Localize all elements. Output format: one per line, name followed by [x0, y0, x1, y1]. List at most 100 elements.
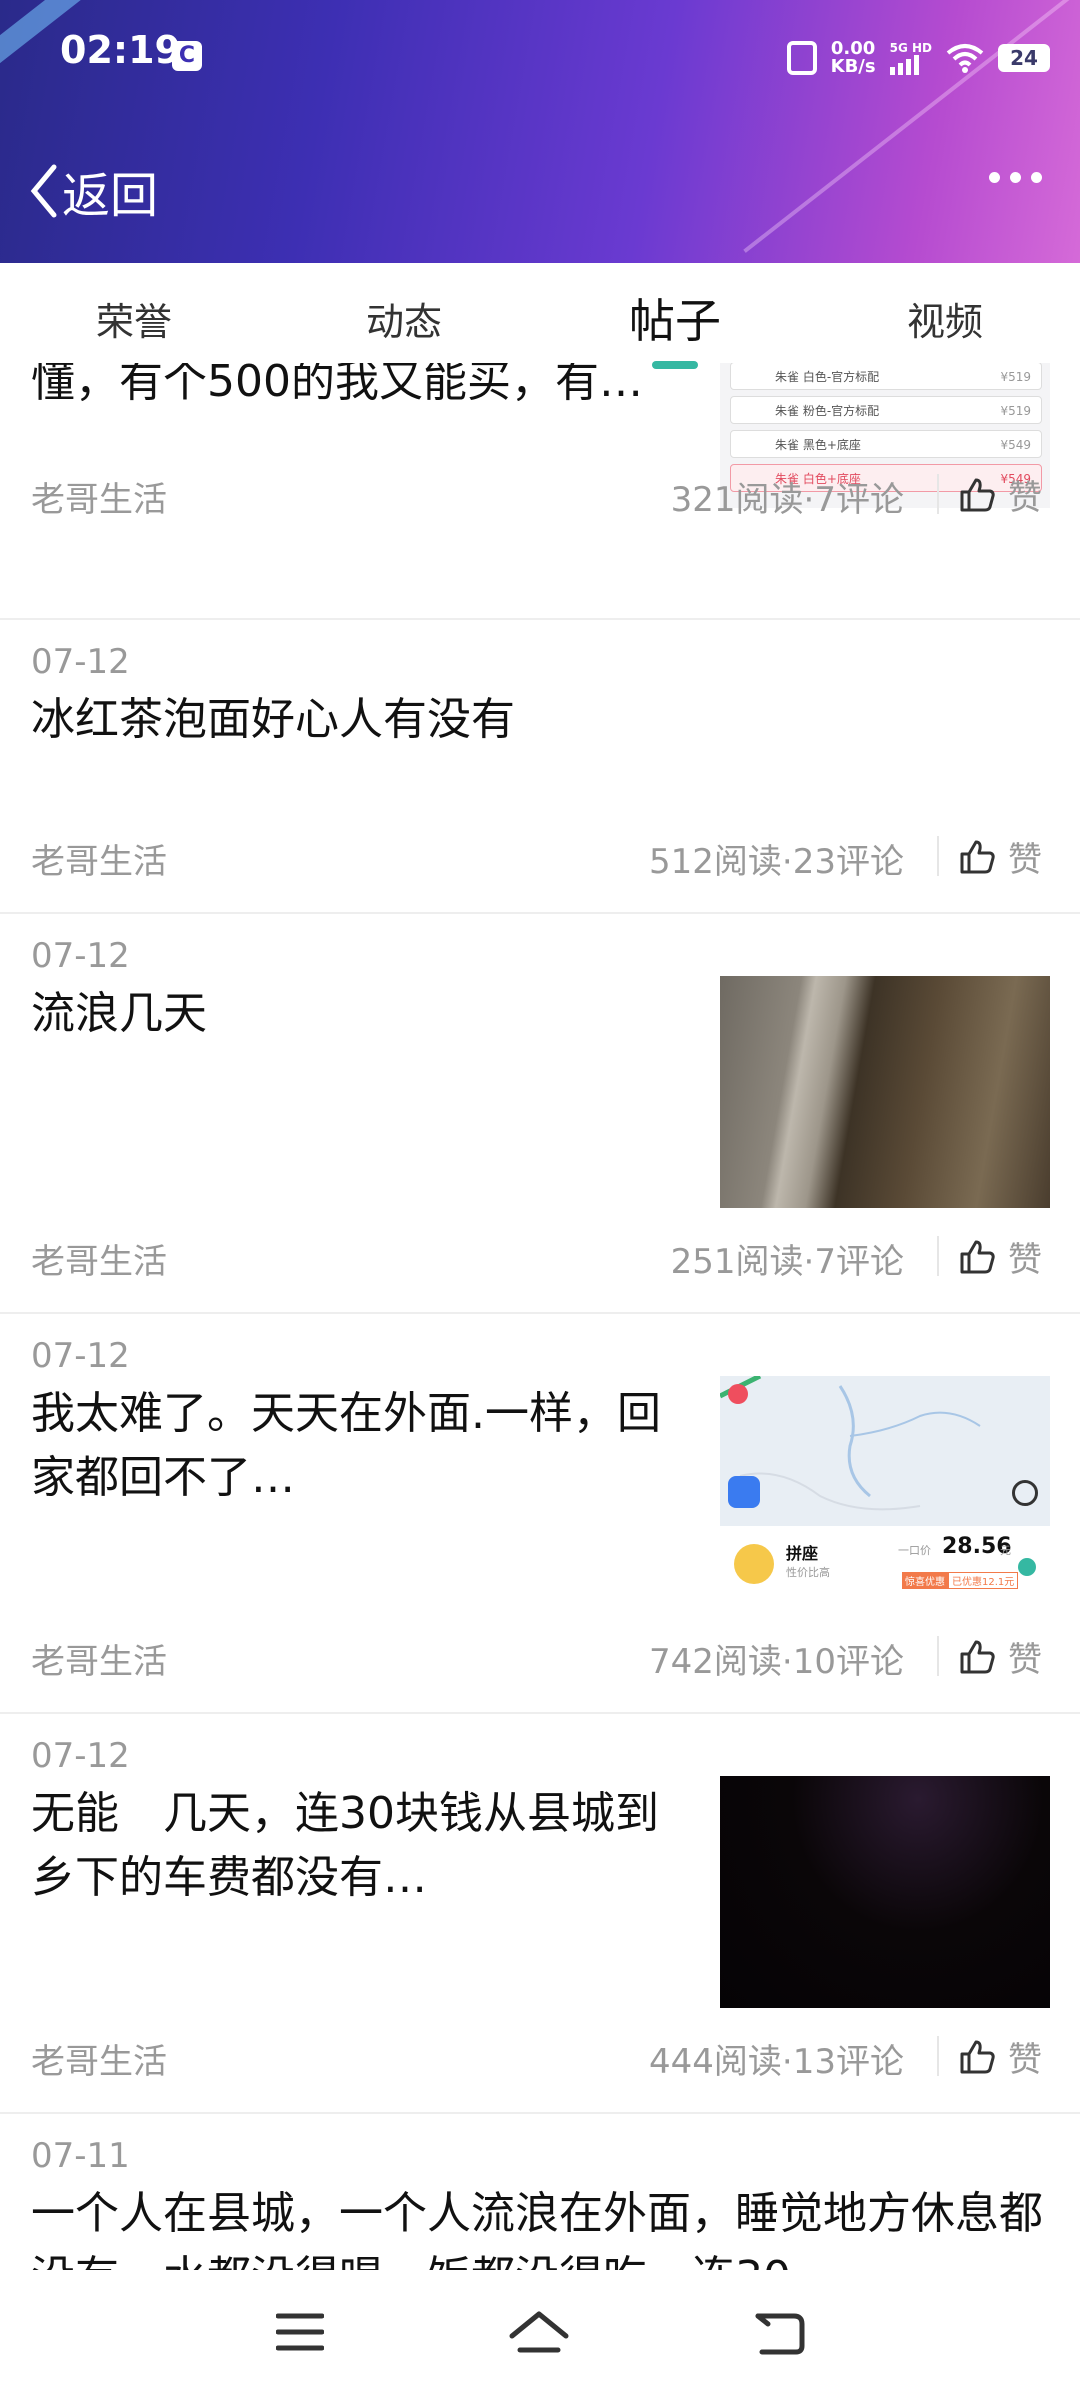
thumbs-up-icon: [960, 1240, 995, 1273]
product-option-label: 朱雀 黑色+底座: [775, 438, 861, 452]
tab-activity[interactable]: 动态: [366, 291, 442, 346]
post-stats: 742阅读·10评论: [649, 1642, 904, 1682]
divider: [937, 2036, 939, 2076]
post-title: 懂，有个500的我又能买，有…: [31, 360, 643, 407]
post-author: 老哥生活: [31, 480, 167, 520]
divider: [937, 1236, 939, 1276]
product-option-label: 朱雀 白色-官方标配: [775, 370, 880, 384]
thumbs-up-icon: [960, 840, 995, 873]
post-stats: 321阅读·7评论: [670, 480, 904, 520]
product-option-price: ¥519: [1000, 404, 1031, 418]
back-button[interactable]: 返回: [28, 156, 158, 226]
app-notification-icon: C: [172, 41, 202, 71]
network-speed-unit: KB/s: [830, 56, 876, 77]
active-tab-indicator: [652, 361, 698, 369]
menu-icon: [275, 2313, 325, 2351]
post-date: 07-12: [31, 1336, 130, 1376]
home-icon: [509, 2311, 569, 2353]
post-stats: 251阅读·7评论: [670, 1242, 904, 1282]
post-author: 老哥生活: [31, 842, 167, 882]
network-speed: 0.00 KB/s: [831, 40, 876, 76]
menu-button[interactable]: [275, 2310, 325, 2358]
more-dot-icon: [1010, 172, 1021, 183]
divider: [937, 836, 939, 876]
thumbs-up-icon: [960, 478, 995, 511]
check-icon: [1018, 1558, 1036, 1576]
post-title: 流浪几天: [31, 988, 207, 1039]
post-date: 07-12: [31, 936, 130, 976]
more-dot-icon: [989, 172, 1000, 183]
like-label: 赞: [1008, 1240, 1042, 1280]
post-author: 老哥生活: [31, 1642, 167, 1682]
post-title: 冰红茶泡面好心人有没有: [31, 694, 515, 745]
tab-bar: 荣誉 动态 帖子 视频: [0, 263, 1080, 369]
status-icons: 0.00 KB/s 5G HD 24: [786, 30, 1050, 86]
like-button[interactable]: 赞: [958, 2032, 1042, 2081]
wifi-icon: [946, 43, 984, 73]
battery-icon: 24: [998, 44, 1050, 72]
tab-posts[interactable]: 帖子: [629, 285, 721, 351]
post-thumbnail-photo: [720, 976, 1050, 1208]
thumbs-up-icon: [960, 2040, 995, 2073]
post-item[interactable]: 懂，有个500的我又能买，有… 朱雀 白色-官方标配 ¥519 朱雀 粉色-官方…: [0, 360, 1080, 620]
post-list[interactable]: 懂，有个500的我又能买，有… 朱雀 白色-官方标配 ¥519 朱雀 粉色-官方…: [0, 360, 1080, 2270]
discount-text: 已优惠12.1元: [948, 1572, 1019, 1589]
divider: [937, 474, 939, 514]
post-author: 老哥生活: [31, 1242, 167, 1282]
carpool-label: 拼座: [786, 1544, 819, 1563]
system-navigation-bar: [0, 2270, 1080, 2400]
back-arrow-icon: [755, 2313, 805, 2355]
more-dot-icon: [1031, 172, 1042, 183]
like-button[interactable]: 赞: [958, 1632, 1042, 1681]
more-options-button[interactable]: [989, 172, 1042, 183]
carpool-icon: [734, 1544, 774, 1584]
post-item[interactable]: 07-12 冰红茶泡面好心人有没有 老哥生活 512阅读·23评论 赞: [0, 620, 1080, 914]
status-time: 02:19: [60, 28, 181, 72]
map-pin-icon: [728, 1384, 748, 1404]
divider: [937, 1636, 939, 1676]
back-nav-button[interactable]: [752, 2310, 806, 2360]
like-button[interactable]: 赞: [958, 1232, 1042, 1281]
like-button[interactable]: 赞: [958, 470, 1042, 519]
carpool-card: 拼座 性价比高 一口价 28.56 元 惊喜优惠 已优惠12.1元: [720, 1526, 1050, 1608]
locate-icon: [1012, 1480, 1038, 1506]
product-option-label: 朱雀 粉色-官方标配: [775, 404, 880, 418]
network-type: 5G HD: [889, 41, 932, 55]
product-option-price: ¥519: [1000, 370, 1031, 384]
signal-icon: 5G HD: [889, 41, 932, 75]
app-header: 02:19 C 0.00 KB/s 5G HD 24 返回: [0, 0, 1080, 263]
fare-unit: 元: [1000, 1544, 1011, 1557]
post-stats: 444阅读·13评论: [649, 2042, 904, 2082]
like-label: 赞: [1008, 840, 1042, 880]
like-label: 赞: [1008, 2040, 1042, 2080]
post-title: 一个人在县城，一个人流浪在外面，睡觉地方休息都没有，水都没得喝，饭都没得吃，连3…: [31, 2188, 1043, 2270]
like-label: 赞: [1008, 478, 1042, 518]
post-item[interactable]: 07-12 流浪几天 老哥生活 251阅读·7评论 赞: [0, 914, 1080, 1314]
like-label: 赞: [1008, 1640, 1042, 1680]
post-title: 我太难了。天天在外面.一样，回家都回不了…: [31, 1388, 661, 1503]
post-thumbnail-map: 拼座 性价比高 一口价 28.56 元 惊喜优惠 已优惠12.1元: [720, 1376, 1050, 1608]
chevron-left-icon: [30, 164, 57, 218]
post-date: 07-12: [31, 1736, 130, 1776]
like-button[interactable]: 赞: [958, 832, 1042, 881]
thumbs-up-icon: [960, 1640, 995, 1673]
product-option-price: ¥549: [1000, 438, 1031, 452]
post-date: 07-12: [31, 642, 130, 682]
tab-honor[interactable]: 荣誉: [96, 291, 172, 346]
post-item[interactable]: 07-12 无能 几天，连30块钱从县城到乡下的车费都没有… 老哥生活 444阅…: [0, 1714, 1080, 2114]
discount-tag: 惊喜优惠: [902, 1572, 948, 1589]
post-stats: 512阅读·23评论: [649, 842, 904, 882]
post-author: 老哥生活: [31, 2042, 167, 2082]
shield-icon: [728, 1476, 760, 1508]
post-title: 无能 几天，连30块钱从县城到乡下的车费都没有…: [31, 1788, 659, 1903]
back-label: 返回: [62, 168, 159, 224]
home-button[interactable]: [508, 2310, 570, 2362]
vibrate-icon: [786, 41, 817, 75]
map-graphic: [720, 1376, 1050, 1526]
fare-prefix: 一口价: [898, 1544, 931, 1557]
post-item[interactable]: 07-12 我太难了。天天在外面.一样，回家都回不了… 拼座 性价比高 一口价 …: [0, 1314, 1080, 1714]
post-date: 07-11: [31, 2136, 130, 2176]
post-item[interactable]: 07-11 一个人在县城，一个人流浪在外面，睡觉地方休息都没有，水都没得喝，饭都…: [0, 2114, 1080, 2270]
carpool-sub: 性价比高: [786, 1566, 830, 1579]
tab-videos[interactable]: 视频: [907, 291, 983, 346]
